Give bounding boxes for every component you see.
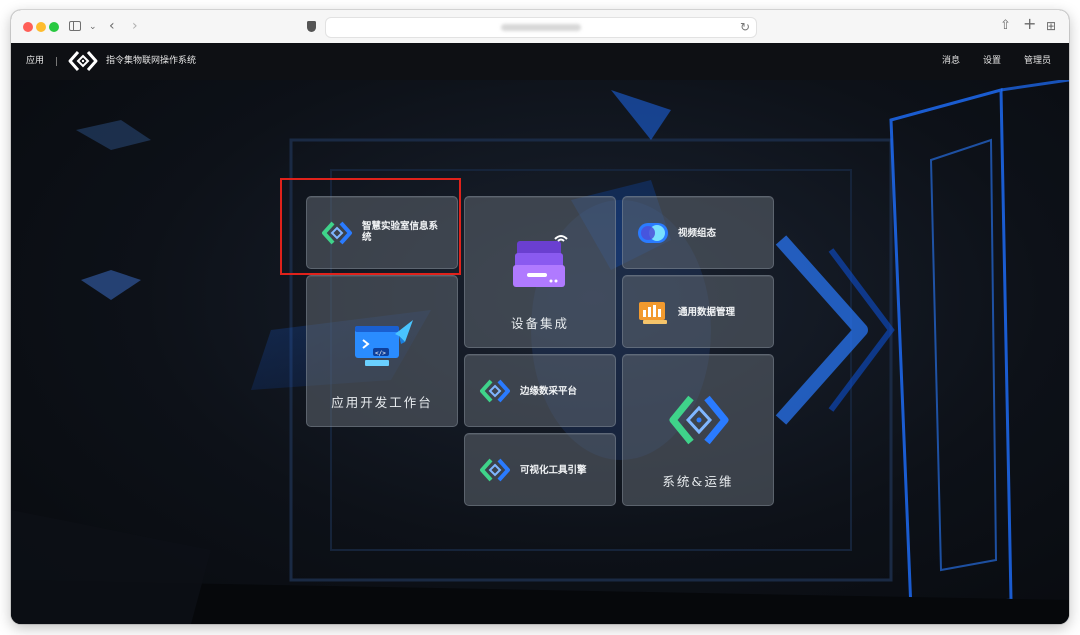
tile-smart-lab-label: 智慧实验室信息系统: [362, 221, 439, 243]
tech-corridor-graphic: [11, 80, 1069, 624]
svg-text:</>: </>: [375, 350, 386, 357]
nav-admin[interactable]: 管理员: [1024, 43, 1051, 80]
share-icon[interactable]: ⇧: [1000, 17, 1011, 35]
new-tab-icon[interactable]: +: [1023, 15, 1036, 33]
tile-video-config-label: 视频组态: [678, 228, 717, 239]
tile-general-data-label: 通用数据管理: [678, 307, 736, 318]
logo-chevrons-icon: [480, 458, 510, 482]
app-header: 应用 指令集物联网操作系统 消息 设置 管理员: [11, 43, 1069, 80]
nav-messages[interactable]: 消息: [942, 43, 960, 80]
stacked-devices-icon: [513, 235, 568, 287]
tile-device-integration-label: 设备集成: [510, 316, 569, 331]
tile-smart-lab[interactable]: 智慧实验室信息系统: [306, 196, 458, 269]
logo-chevrons-icon: [669, 395, 729, 445]
reload-icon[interactable]: ↻: [740, 18, 750, 37]
browser-toolbar: ⌄ ‹ › ↻ ⇧ + ⊞: [11, 10, 1069, 44]
tile-device-integration[interactable]: 设备集成: [464, 196, 616, 348]
tile-visual-engine-label: 可视化工具引擎: [520, 465, 587, 476]
browser-window: ⌄ ‹ › ↻ ⇧ + ⊞ 应用 指令集物联网操作系统 消息 设置 管理员 智慧…: [11, 10, 1069, 624]
minimize-window-button[interactable]: [36, 22, 46, 32]
logo-chevrons-icon: [480, 379, 510, 403]
tile-video-config[interactable]: 视频组态: [622, 196, 774, 269]
back-icon[interactable]: ‹: [109, 17, 115, 35]
privacy-shield-icon[interactable]: [307, 21, 316, 32]
tile-app-workbench-label: 应用开发工作台: [331, 395, 433, 410]
close-window-button[interactable]: [23, 22, 33, 32]
zoom-window-button[interactable]: [49, 22, 59, 32]
data-chart-icon: [639, 302, 667, 324]
tile-ops-label: 系统&运维: [662, 474, 734, 489]
logo-chevrons-icon: [322, 221, 352, 245]
nav-settings[interactable]: 设置: [983, 43, 1001, 80]
background-scene: [11, 80, 1069, 624]
tile-edge-collection-label: 边缘数采平台: [520, 386, 578, 397]
forward-icon[interactable]: ›: [132, 17, 138, 35]
brand-logo-icon: [68, 51, 98, 71]
code-monitor-icon: </>: [355, 320, 413, 366]
system-title: 指令集物联网操作系统: [106, 56, 197, 66]
tile-general-data[interactable]: 通用数据管理: [622, 275, 774, 348]
tab-overview-icon[interactable]: ⊞: [1046, 17, 1056, 35]
video-toggle-icon: [638, 223, 668, 243]
app-menu-link[interactable]: 应用: [26, 43, 44, 80]
sidebar-toggle-icon[interactable]: [69, 21, 81, 31]
blurred-url: [501, 24, 581, 31]
header-divider: [56, 57, 57, 66]
tile-visual-engine[interactable]: 可视化工具引擎: [464, 433, 616, 506]
tile-ops[interactable]: 系统&运维: [622, 354, 774, 506]
chevron-down-icon[interactable]: ⌄: [89, 18, 97, 36]
tile-app-workbench[interactable]: </> 应用开发工作台: [306, 275, 458, 427]
address-bar[interactable]: ↻: [325, 17, 757, 38]
tile-edge-collection[interactable]: 边缘数采平台: [464, 354, 616, 427]
